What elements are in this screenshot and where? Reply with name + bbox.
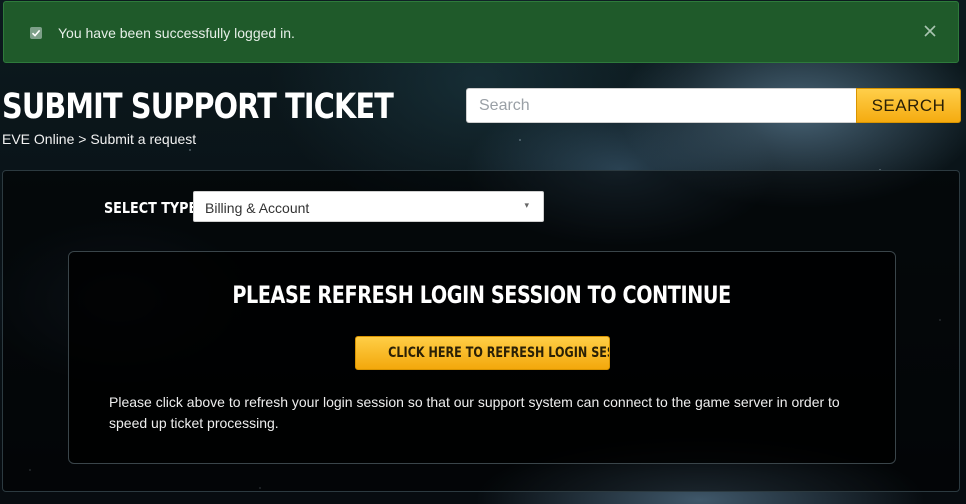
ticket-form-panel: SELECT TYPE Billing & Account ▾ PLEASE R… [2,170,960,492]
type-select-value: Billing & Account [205,200,310,216]
card-heading-text: PLEASE REFRESH LOGIN SESSION TO CONTINUE [232,281,732,309]
search-input[interactable] [466,88,856,123]
page-title: SUBMIT SUPPORT TICKET [2,87,394,127]
refresh-session-button[interactable]: CLICK HERE TO REFRESH LOGIN SESSION [355,336,610,370]
search-button[interactable]: SEARCH [856,88,961,123]
card-heading: PLEASE REFRESH LOGIN SESSION TO CONTINUE [69,281,895,309]
success-alert: You have been successfully logged in. [3,1,959,63]
card-description: Please click above to refresh your login… [109,394,840,431]
refresh-session-card: PLEASE REFRESH LOGIN SESSION TO CONTINUE… [68,251,896,464]
select-type-label: SELECT TYPE [104,199,198,217]
close-icon[interactable] [922,23,938,39]
breadcrumb[interactable]: EVE Online > Submit a request [2,131,196,147]
chevron-down-icon: ▾ [524,200,529,210]
check-icon [30,27,42,39]
refresh-session-button-label: CLICK HERE TO REFRESH LOGIN SESSION [388,345,609,361]
type-select[interactable]: Billing & Account ▾ [193,191,544,222]
alert-message: You have been successfully logged in. [58,25,295,41]
